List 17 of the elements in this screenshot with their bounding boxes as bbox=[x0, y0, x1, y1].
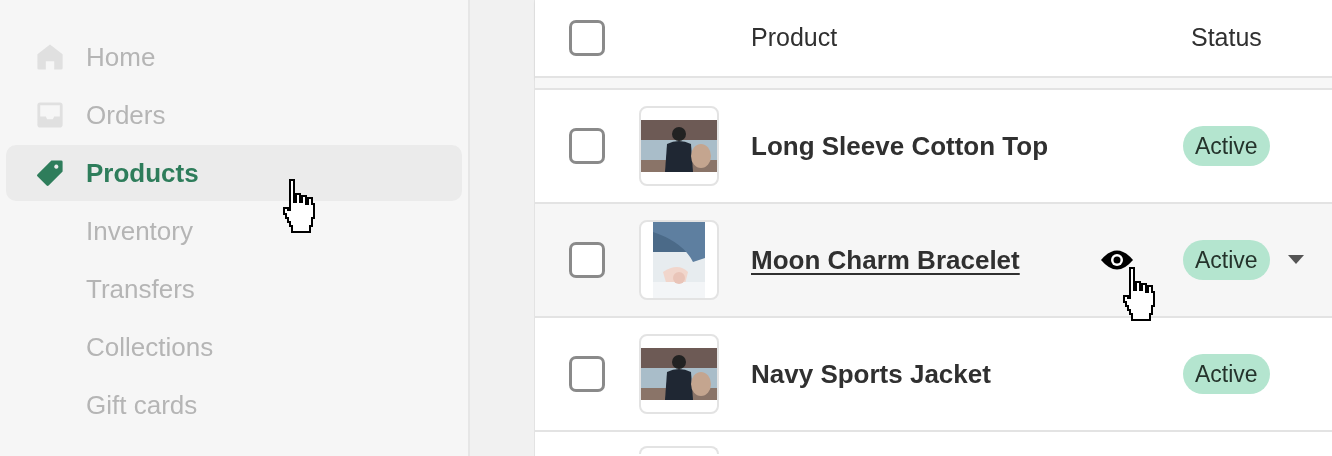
status-badge: Active bbox=[1183, 240, 1270, 280]
sidebar-item[interactable]: Products bbox=[6, 145, 462, 201]
column-header: Product bbox=[751, 22, 839, 54]
status-badge: Active bbox=[1183, 126, 1270, 166]
column-header: Status bbox=[1191, 22, 1262, 54]
checkbox[interactable] bbox=[569, 128, 605, 164]
status-badge: Active bbox=[1183, 354, 1270, 394]
checkbox[interactable] bbox=[569, 20, 605, 56]
tag-icon bbox=[36, 159, 64, 187]
eye-icon[interactable] bbox=[1100, 249, 1134, 271]
product-name[interactable]: Navy Sports Jacket bbox=[751, 354, 991, 394]
table-row[interactable]: Moon Charm Bracelet Active bbox=[535, 204, 1332, 318]
caret-icon[interactable] bbox=[1287, 255, 1304, 265]
product-link[interactable]: Moon Charm Bracelet bbox=[751, 240, 1020, 280]
checkbox[interactable] bbox=[569, 242, 605, 278]
checkbox[interactable] bbox=[569, 356, 605, 392]
product-name[interactable]: Long Sleeve Cotton Top bbox=[751, 126, 1049, 166]
